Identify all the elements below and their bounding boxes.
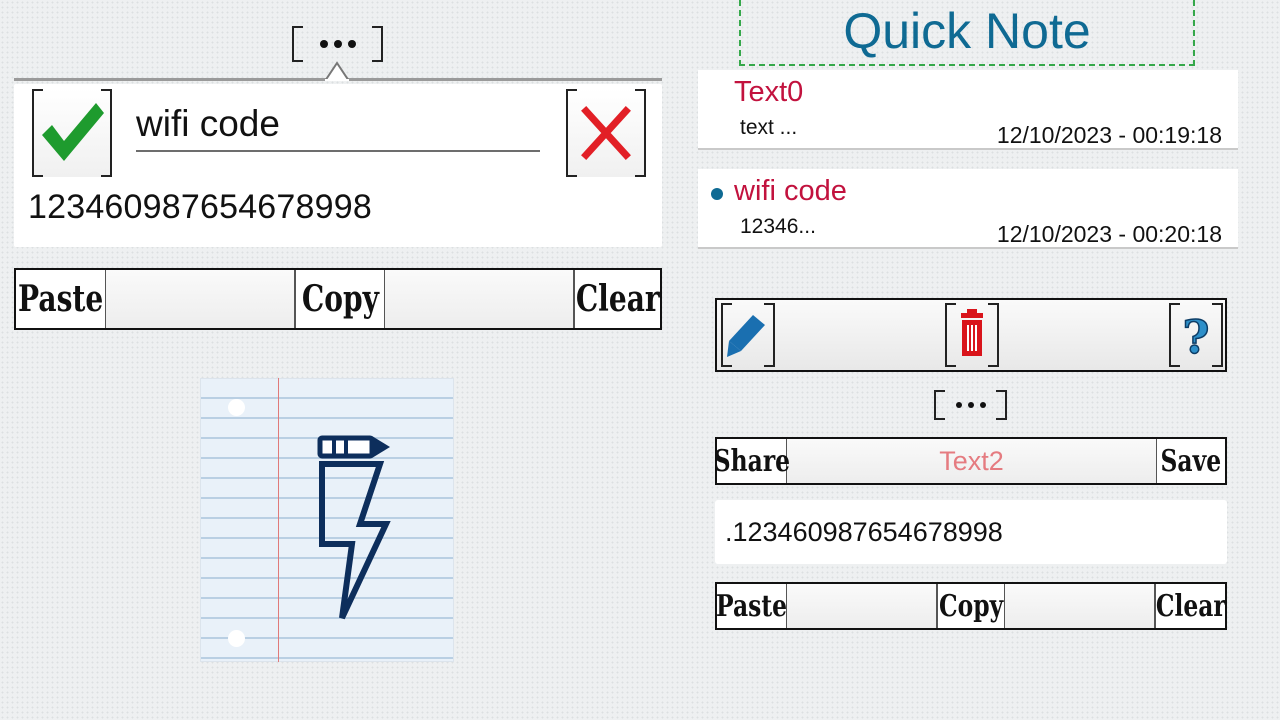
note-content-text: .123460987654678998 — [725, 517, 1003, 547]
clear-button-label: Clear — [1155, 588, 1226, 624]
selected-indicator-icon — [711, 188, 723, 200]
help-button[interactable]: ? — [1169, 303, 1223, 367]
toolbar-spacer — [787, 584, 937, 628]
menu-dot-icon — [347, 40, 356, 48]
note-list-item-selected[interactable]: wifi code 12346... 12/10/2023 - 00:20:18 — [698, 169, 1238, 249]
share-save-bar: Share Text2 Save — [713, 437, 1227, 485]
note-action-bar: ? — [715, 298, 1227, 372]
notepad-margin-line — [278, 378, 279, 662]
pencil-icon — [727, 315, 765, 357]
toolbar-spacer — [1005, 584, 1155, 628]
paste-button[interactable]: Paste — [715, 584, 788, 628]
left-edit-toolbar: Paste Copy Clear — [14, 268, 662, 330]
copy-button[interactable]: Copy — [295, 270, 385, 328]
checkmark-icon — [42, 103, 104, 161]
close-x-icon — [581, 106, 631, 160]
note-body-text[interactable]: 123460987654678998 — [28, 188, 372, 227]
note-item-date: 12/10/2023 - 00:19:18 — [996, 122, 1222, 148]
note-item-date: 12/10/2023 - 00:20:18 — [996, 221, 1222, 247]
toolbar-spacer — [106, 270, 295, 328]
note-item-title: Text0 — [734, 76, 804, 108]
menu-dot-icon — [319, 40, 328, 48]
note-item-title: wifi code — [734, 175, 847, 207]
toolbar-spacer — [385, 270, 574, 328]
menu-dot-icon — [979, 402, 986, 408]
share-button-label: Share — [713, 443, 790, 479]
menu-dot-icon — [967, 402, 974, 408]
cancel-button[interactable] — [566, 89, 646, 177]
svg-text:?: ? — [1183, 310, 1210, 364]
lightning-pencil-icon — [317, 435, 391, 620]
caret-pointer-icon — [325, 61, 349, 81]
note-list-item[interactable]: Text0 text ... 12/10/2023 - 00:19:18 — [698, 70, 1238, 150]
more-options-menu-top[interactable] — [292, 26, 383, 62]
menu-dot-icon — [333, 40, 342, 48]
note-item-snippet: 12346... — [740, 215, 816, 238]
note-item-snippet: text ... — [740, 116, 798, 139]
clear-button[interactable]: Clear — [1155, 584, 1225, 628]
current-note-title: Text2 — [787, 439, 1157, 483]
save-button-label: Save — [1160, 443, 1222, 479]
copy-button-label: Copy — [301, 278, 379, 320]
copy-button[interactable]: Copy — [937, 584, 1005, 628]
more-options-menu-right[interactable] — [934, 390, 1007, 420]
right-edit-toolbar: Paste Copy Clear — [715, 582, 1227, 630]
clear-button[interactable]: Clear — [574, 270, 660, 328]
question-icon: ? — [1182, 309, 1210, 365]
trash-icon — [961, 309, 983, 356]
delete-button[interactable] — [945, 303, 999, 367]
note-content-box[interactable]: .123460987654678998 — [715, 500, 1227, 564]
save-button[interactable]: Save — [1157, 439, 1225, 483]
notepad-hole — [228, 399, 245, 416]
app-title: Quick Note — [843, 3, 1091, 59]
edit-button[interactable] — [721, 303, 775, 367]
confirm-button[interactable] — [32, 89, 112, 177]
paste-button[interactable]: Paste — [16, 270, 106, 328]
notepad-hole — [228, 630, 245, 647]
note-title-input[interactable] — [136, 98, 540, 152]
paste-button-label: Paste — [715, 588, 788, 624]
menu-dot-icon — [955, 402, 962, 408]
clear-button-label: Clear — [575, 278, 660, 320]
copy-button-label: Copy — [938, 588, 1004, 624]
share-button[interactable]: Share — [713, 439, 790, 483]
paste-button-label: Paste — [17, 278, 104, 320]
